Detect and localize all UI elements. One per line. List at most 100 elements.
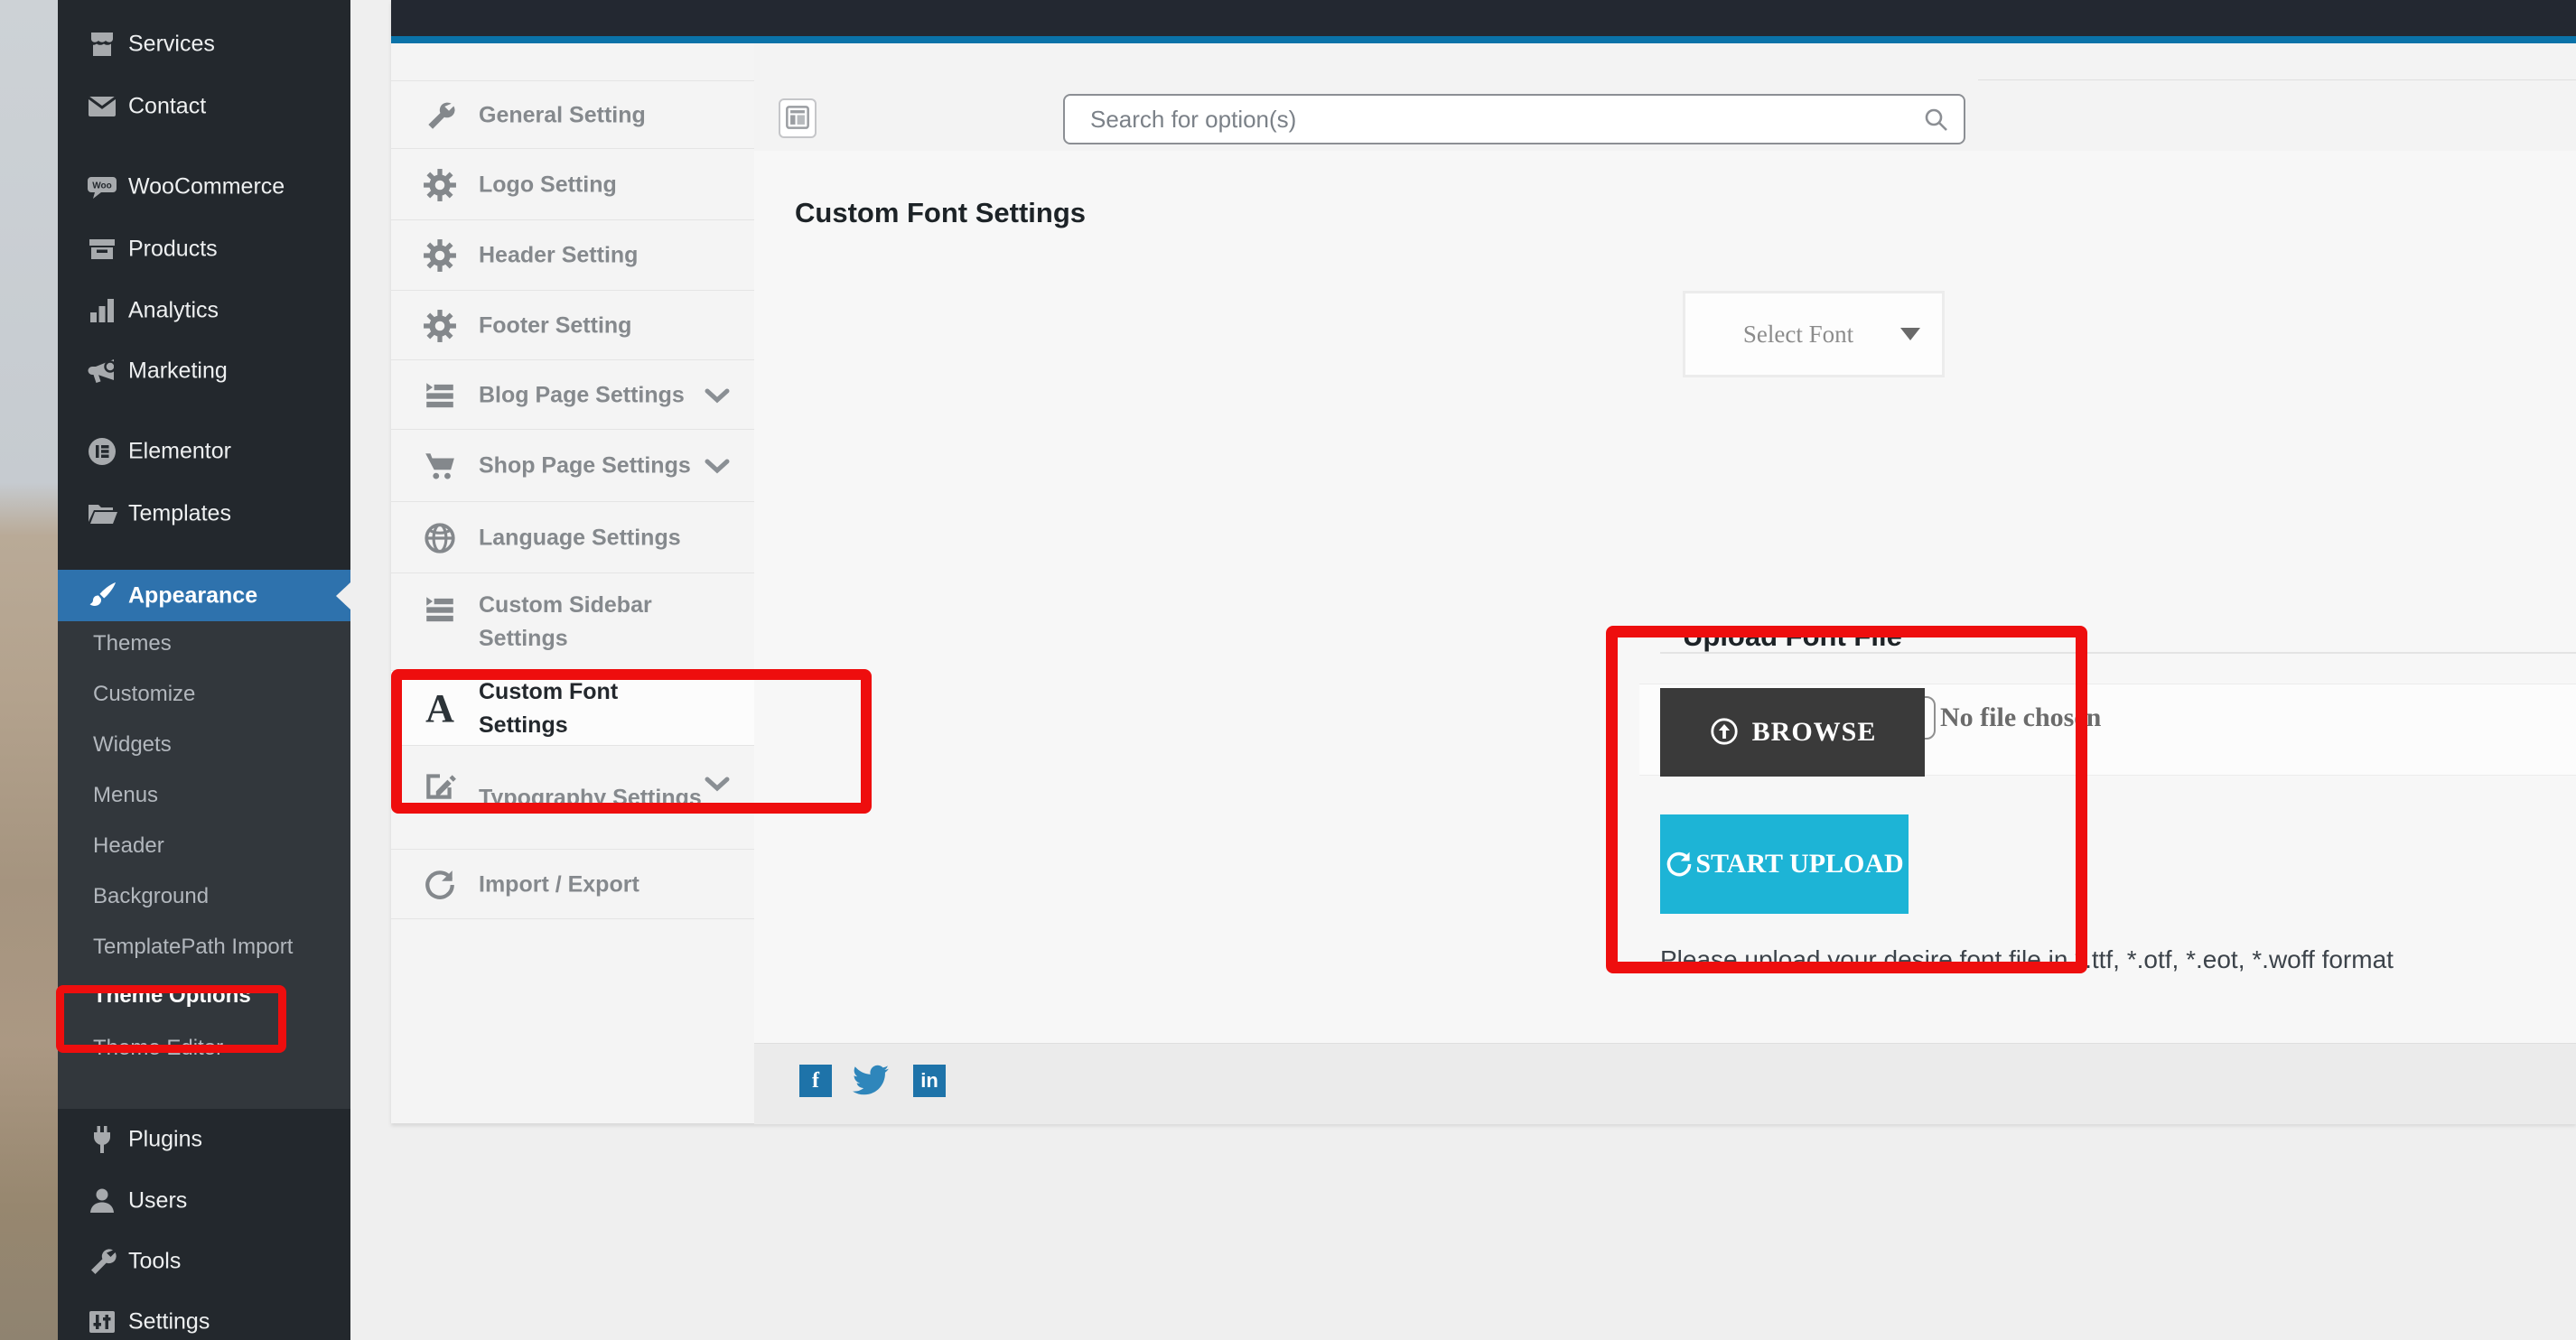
sidebar-item-marketing[interactable]: Marketing bbox=[58, 340, 350, 402]
options-item-typography-settings[interactable]: Typography Settings bbox=[391, 745, 754, 850]
options-menu-divider bbox=[391, 918, 754, 919]
sidebar-item-label: WooCommerce bbox=[128, 174, 285, 200]
list-icon bbox=[421, 377, 459, 414]
brush-icon bbox=[85, 579, 119, 613]
globe-icon bbox=[421, 519, 459, 557]
sidebar-item-products[interactable]: Products bbox=[58, 219, 350, 280]
panel-footer: f in bbox=[754, 1043, 2576, 1124]
twitter-icon[interactable] bbox=[850, 1062, 891, 1098]
sidebar-item-label: Tools bbox=[128, 1249, 181, 1275]
panel-accent-line bbox=[391, 36, 2576, 43]
sidebar-item-woocommerce[interactable]: Woo WooCommerce bbox=[58, 156, 350, 218]
upload-section-heading: Upload Font File bbox=[1683, 620, 1902, 653]
cart-icon bbox=[421, 447, 459, 485]
browse-button[interactable]: BROWSE bbox=[1660, 688, 1925, 777]
store-icon bbox=[85, 27, 119, 61]
header-divider bbox=[1978, 79, 2576, 80]
submenu-item-menus[interactable]: Menus bbox=[93, 773, 158, 818]
search-bar bbox=[1063, 94, 1965, 144]
chevron-down-icon bbox=[704, 455, 731, 477]
folder-icon bbox=[85, 497, 119, 531]
gear-icon bbox=[421, 237, 459, 275]
products-icon bbox=[85, 232, 119, 266]
facebook-icon[interactable]: f bbox=[799, 1065, 832, 1097]
sidebar-item-label: Elementor bbox=[128, 439, 231, 465]
gear-icon bbox=[421, 166, 459, 204]
page-title: Custom Font Settings bbox=[795, 197, 1086, 229]
toggle-layout-button[interactable] bbox=[779, 98, 817, 138]
bar-chart-icon bbox=[85, 293, 119, 328]
refresh-icon bbox=[1665, 850, 1694, 879]
submenu-item-templatepath-import[interactable]: TemplatePath Import bbox=[93, 925, 293, 970]
sidebar-item-plugins[interactable]: Plugins bbox=[58, 1109, 350, 1170]
wrench-icon bbox=[421, 97, 459, 135]
options-item-logo-setting[interactable]: Logo Setting bbox=[391, 148, 754, 220]
options-item-shop-page-settings[interactable]: Shop Page Settings bbox=[391, 429, 754, 502]
sidebar-item-label: Templates bbox=[128, 501, 231, 527]
font-select-value: Select Font bbox=[1743, 321, 1853, 349]
search-input[interactable] bbox=[1063, 94, 1965, 144]
sidebar-item-label: Analytics bbox=[128, 298, 219, 324]
woocommerce-icon: Woo bbox=[85, 170, 119, 204]
options-item-custom-sidebar-settings[interactable]: Custom Sidebar Settings bbox=[391, 572, 754, 671]
submenu-item-customize[interactable]: Customize bbox=[93, 672, 195, 717]
panel-header bbox=[754, 43, 2576, 152]
options-menu: General Setting Logo Setting Header Sett… bbox=[391, 43, 755, 1123]
options-item-general-setting[interactable]: General Setting bbox=[391, 80, 754, 149]
chevron-down-icon bbox=[704, 773, 731, 795]
sidebar-item-label: Services bbox=[128, 32, 215, 58]
edit-icon bbox=[421, 767, 459, 805]
wrench-icon bbox=[85, 1244, 119, 1279]
sidebar-item-label: Plugins bbox=[128, 1127, 202, 1153]
sidebar-item-settings[interactable]: Settings bbox=[58, 1291, 350, 1340]
svg-text:Woo: Woo bbox=[92, 181, 111, 191]
submenu-item-theme-options[interactable]: Theme Options bbox=[93, 973, 251, 1019]
sidebar-item-analytics[interactable]: Analytics bbox=[58, 280, 350, 341]
submenu-item-background[interactable]: Background bbox=[93, 874, 209, 919]
upload-section-divider bbox=[1660, 652, 2576, 654]
options-item-language-settings[interactable]: Language Settings bbox=[391, 501, 754, 573]
main-content: Custom Font Settings Select Font Upload … bbox=[754, 151, 2576, 1043]
start-upload-button[interactable]: START UPLOAD bbox=[1660, 814, 1909, 914]
elementor-icon bbox=[85, 434, 119, 469]
admin-sidebar: Services Contact Woo WooCommerce Product… bbox=[58, 0, 350, 1340]
current-menu-arrow bbox=[336, 582, 350, 610]
desktop-background-image bbox=[0, 0, 58, 1340]
submenu-item-themes[interactable]: Themes bbox=[93, 621, 172, 666]
options-item-footer-setting[interactable]: Footer Setting bbox=[391, 290, 754, 360]
sidebar-item-services[interactable]: Services bbox=[58, 14, 350, 75]
submenu-item-theme-editor[interactable]: Theme Editor bbox=[93, 1026, 223, 1071]
file-status-text: No file chosen bbox=[1940, 703, 2101, 733]
appearance-submenu: Themes Customize Widgets Menus Header Ba… bbox=[58, 621, 350, 1109]
submenu-item-header[interactable]: Header bbox=[93, 824, 164, 869]
gear-icon bbox=[421, 307, 459, 345]
user-icon bbox=[85, 1184, 119, 1218]
options-item-header-setting[interactable]: Header Setting bbox=[391, 219, 754, 291]
sidebar-item-contact[interactable]: Contact bbox=[58, 76, 350, 137]
sidebar-item-label: Products bbox=[128, 237, 218, 263]
submenu-item-widgets[interactable]: Widgets bbox=[93, 722, 172, 768]
sidebar-item-elementor[interactable]: Elementor bbox=[58, 421, 350, 482]
search-icon[interactable] bbox=[1922, 106, 1949, 133]
dropdown-arrow-icon bbox=[1900, 328, 1920, 340]
options-item-blog-page-settings[interactable]: Blog Page Settings bbox=[391, 359, 754, 430]
upload-circle-icon bbox=[1709, 716, 1740, 749]
refresh-icon bbox=[421, 866, 459, 904]
options-item-import-export[interactable]: Import / Export bbox=[391, 849, 754, 919]
linkedin-icon[interactable]: in bbox=[913, 1065, 946, 1097]
panel-top-bar bbox=[391, 0, 2576, 36]
theme-options-panel: General Setting Logo Setting Header Sett… bbox=[391, 0, 2576, 1123]
sidebar-item-users[interactable]: Users bbox=[58, 1170, 350, 1232]
sidebar-item-label: Users bbox=[128, 1188, 187, 1214]
layout-icon bbox=[784, 104, 811, 134]
sidebar-item-appearance[interactable]: Appearance bbox=[58, 570, 350, 621]
mail-icon bbox=[85, 89, 119, 124]
sidebar-item-label: Marketing bbox=[128, 358, 228, 385]
wordpress-admin-screen: Services Contact Woo WooCommerce Product… bbox=[0, 0, 2576, 1340]
sidebar-item-templates[interactable]: Templates bbox=[58, 483, 350, 544]
chevron-down-icon bbox=[704, 385, 731, 406]
options-item-custom-font-settings[interactable]: A Custom Font Settings bbox=[391, 670, 754, 746]
upload-hint-text: Please upload your desire font file in *… bbox=[1660, 945, 2394, 974]
sidebar-item-tools[interactable]: Tools bbox=[58, 1231, 350, 1292]
font-select[interactable]: Select Font bbox=[1683, 291, 1945, 377]
